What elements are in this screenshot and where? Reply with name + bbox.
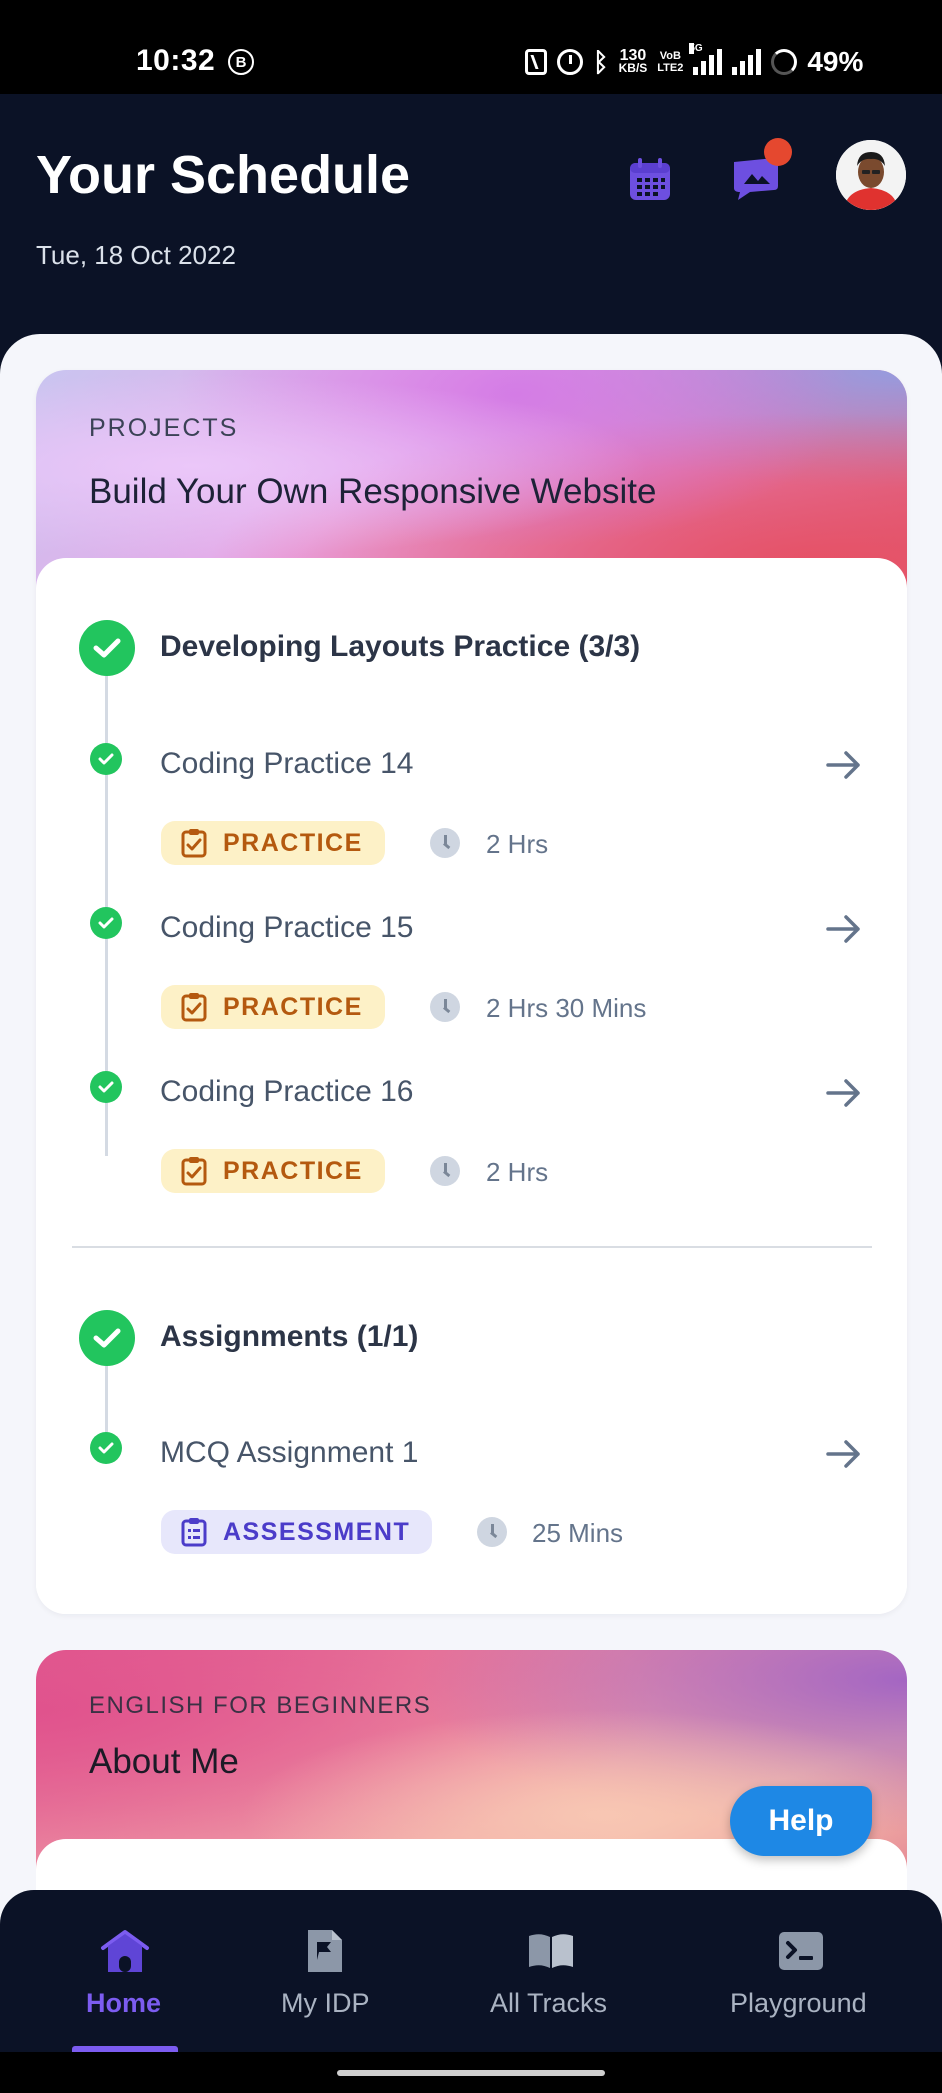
clock-icon [430,828,460,858]
clock-icon [477,1517,507,1547]
section-divider [72,1246,872,1248]
item-title[interactable]: Coding Practice 15 [160,911,413,945]
badge-label: ASSESSMENT [223,1517,411,1546]
terminal-icon [779,1932,823,1970]
avatar[interactable] [836,140,906,210]
nav-label: My IDP [281,1988,370,2018]
practice-badge: PRACTICE [161,1149,385,1193]
duration: 25 Mins [532,1518,624,1548]
clipboard-list-icon [181,1518,207,1547]
status-icons: ᛒ 130 KB/S VoB LTE2 5G 49% [525,43,864,78]
volte-indicator: VoB LTE2 [657,50,683,74]
status-bar: 10:32 B ᛒ 130 KB/S VoB LTE2 5G 49% [0,0,942,94]
check-circle-small-icon [90,743,122,775]
nav-label: Playground [730,1988,867,2018]
help-button[interactable]: Help [730,1786,872,1856]
network-speed: 130 KB/S [618,48,648,75]
gesture-handle[interactable] [337,2070,605,2076]
practice-badge: PRACTICE [161,985,385,1029]
arrow-right-icon[interactable] [824,1077,864,1109]
arrow-right-icon[interactable] [824,1438,864,1470]
badge-label: PRACTICE [223,1156,363,1185]
course-category-label: ENGLISH FOR BEGINNERS [89,1692,432,1719]
nav-item-my-idp[interactable]: My IDP [254,1890,396,2052]
item-title[interactable]: Coding Practice 14 [160,747,413,781]
clipboard-check-icon [181,993,207,1022]
calendar-icon[interactable] [628,158,672,202]
badge-label: PRACTICE [223,992,363,1021]
course-title: About Me [89,1742,239,1781]
open-book-icon [529,1934,573,1968]
flag-document-icon [308,1930,342,1972]
battery-percent: 49% [807,46,864,77]
badge-label: PRACTICE [223,828,363,857]
section-title[interactable]: Assignments (1/1) [160,1320,418,1354]
battery-icon [771,49,798,75]
network-speed-unit: KB/S [618,61,648,75]
page-title: Your Schedule [36,145,411,205]
volte-top: VoB [659,50,681,62]
nav-item-home[interactable]: Home [54,1890,196,2052]
project-title: Build Your Own Responsive Website [89,472,657,511]
clock-icon [430,1156,460,1186]
duration: 2 Hrs [486,829,549,859]
nav-item-all-tracks[interactable]: All Tracks [480,1890,622,2052]
arrow-right-icon[interactable] [824,749,864,781]
bluetooth-icon: ᛒ [593,47,609,77]
duration: 2 Hrs 30 Mins [486,993,647,1023]
item-title[interactable]: Coding Practice 16 [160,1075,413,1109]
check-circle-icon [79,1310,135,1366]
signal-5g-icon: 5G [689,43,723,75]
check-circle-small-icon [90,907,122,939]
signal-icon [732,49,762,75]
nav-item-playground[interactable]: Playground [730,1890,872,2052]
item-title[interactable]: MCQ Assignment 1 [160,1436,418,1470]
schedule-date: Tue, 18 Oct 2022 [36,240,236,270]
home-icon [101,1930,149,1972]
duration: 2 Hrs [486,1157,549,1187]
check-circle-small-icon [90,1432,122,1464]
volte-bottom: LTE2 [657,62,684,74]
project-category-label: PROJECTS [89,414,239,442]
notification-dot [764,138,792,166]
section-title[interactable]: Developing Layouts Practice (3/3) [160,630,640,664]
nav-label: All Tracks [490,1988,608,2018]
network-5g: 5G [689,43,703,54]
clipboard-check-icon [181,1157,207,1186]
nav-label: Home [86,1988,162,2018]
b-notification-icon: B [228,49,254,75]
alarm-icon [557,49,583,75]
arrow-right-icon[interactable] [824,913,864,945]
clipboard-check-icon [181,829,207,858]
practice-badge: PRACTICE [161,821,385,865]
bottom-navigation: Home My IDP All Tracks Playground [0,1890,942,2052]
nfc-icon [525,49,547,75]
status-time: 10:32 [136,44,216,77]
clock-icon [430,992,460,1022]
check-circle-icon [79,620,135,676]
assessment-badge: ASSESSMENT [161,1510,433,1554]
gesture-bar [0,2052,942,2093]
check-circle-small-icon [90,1071,122,1103]
